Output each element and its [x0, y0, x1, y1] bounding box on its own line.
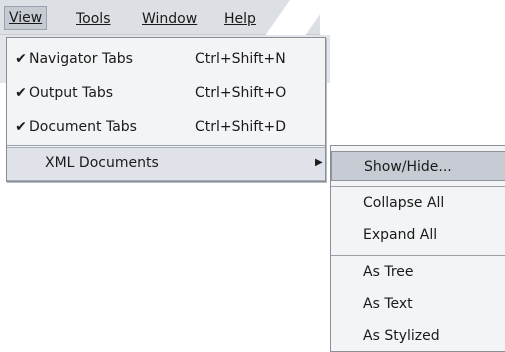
view-menu-item-output-tabs[interactable]: ✔ Output Tabs Ctrl+Shift+O: [7, 78, 325, 108]
output-tabs-accelerator: Ctrl+Shift+O: [195, 85, 287, 101]
menu-help[interactable]: Help: [220, 8, 260, 30]
view-menu-item-document-tabs[interactable]: ✔ Document Tabs Ctrl+Shift+D: [7, 112, 325, 142]
menu-separator: [331, 255, 505, 256]
menu-view-label: View: [9, 10, 43, 26]
show-hide-label: Show/Hide...: [364, 159, 452, 175]
submenu-item-as-text[interactable]: As Text: [331, 289, 505, 319]
menu-separator: [7, 145, 325, 146]
menu-tools[interactable]: Tools: [72, 8, 115, 30]
submenu-item-expand-all[interactable]: Expand All: [331, 220, 505, 250]
navigator-tabs-accelerator: Ctrl+Shift+N: [195, 51, 286, 67]
submenu-item-as-tree[interactable]: As Tree: [331, 257, 505, 287]
xml-documents-submenu: Show/Hide... Collapse All Expand All As …: [330, 145, 505, 352]
check-icon: ✔: [15, 85, 27, 101]
view-menu-item-xml-documents[interactable]: XML Documents ▶: [7, 147, 325, 181]
as-text-label: As Text: [363, 296, 413, 312]
check-icon: ✔: [15, 119, 27, 135]
submenu-item-show-hide[interactable]: Show/Hide...: [331, 151, 505, 181]
menu-separator: [331, 186, 505, 187]
menu-view[interactable]: View: [4, 6, 48, 30]
submenu-arrow-icon: ▶: [315, 157, 323, 168]
as-stylized-label: As Stylized: [363, 328, 440, 344]
collapse-all-label: Collapse All: [363, 195, 445, 211]
menu-window[interactable]: Window: [138, 8, 201, 30]
menu-tools-label: Tools: [76, 11, 111, 27]
document-tabs-label: Document Tabs: [29, 119, 137, 135]
output-tabs-label: Output Tabs: [29, 85, 114, 101]
submenu-item-collapse-all[interactable]: Collapse All: [331, 188, 505, 218]
document-tabs-accelerator: Ctrl+Shift+D: [195, 119, 286, 135]
as-tree-label: As Tree: [363, 264, 414, 280]
submenu-item-as-stylized[interactable]: As Stylized: [331, 321, 505, 351]
view-menu-item-navigator-tabs[interactable]: ✔ Navigator Tabs Ctrl+Shift+N: [7, 44, 325, 74]
menu-window-label: Window: [142, 11, 198, 27]
check-icon: ✔: [15, 51, 27, 67]
view-menu: ✔ Navigator Tabs Ctrl+Shift+N ✔ Output T…: [6, 37, 326, 182]
xml-documents-label: XML Documents: [45, 155, 159, 171]
navigator-tabs-label: Navigator Tabs: [29, 51, 133, 67]
expand-all-label: Expand All: [363, 227, 438, 243]
menu-help-label: Help: [224, 11, 256, 27]
